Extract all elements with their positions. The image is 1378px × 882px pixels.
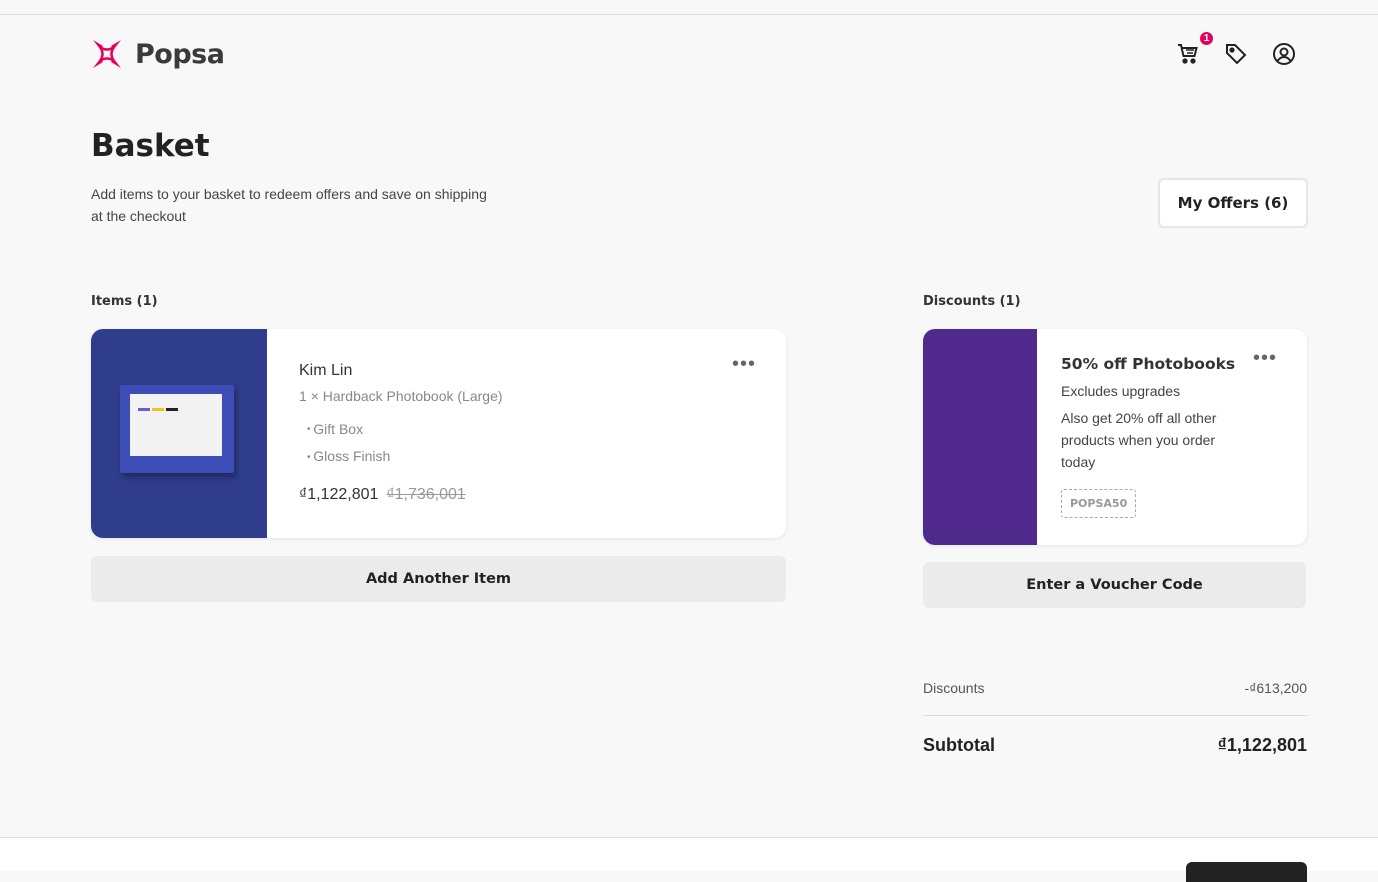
- basket-item-card: Kim Lin 1 × Hardback Photobook (Large) G…: [91, 329, 786, 538]
- item-price: ₫1,122,801: [299, 485, 379, 503]
- header-actions: 1: [1176, 30, 1296, 66]
- photobook-stripe: [138, 408, 150, 411]
- page-subtitle: Add items to your basket to redeem offer…: [91, 186, 487, 224]
- item-more-options-icon[interactable]: •••: [732, 354, 756, 374]
- item-details: Kim Lin 1 × Hardback Photobook (Large) G…: [267, 329, 786, 538]
- discounts-section-label: Discounts (1): [923, 294, 1021, 309]
- discount-description: Also get 20% off all other products when…: [1061, 410, 1217, 470]
- tag-icon: [1226, 44, 1247, 65]
- item-options: Gift Box Gloss Finish: [299, 416, 786, 471]
- summary-discounts-value: -₫613,200: [1244, 680, 1307, 696]
- discount-subtitle: Excludes upgrades: [1061, 383, 1181, 399]
- photobook-stripe: [152, 408, 164, 411]
- item-price-row: ₫1,122,801 ₫1,736,001: [299, 486, 786, 504]
- discount-more-options-icon[interactable]: •••: [1253, 348, 1277, 368]
- discount-color-panel: [923, 329, 1037, 545]
- top-divider: [0, 14, 1378, 15]
- discount-code: POPSA50: [1061, 489, 1137, 518]
- summary-divider: [923, 715, 1307, 716]
- checkout-button[interactable]: [1186, 862, 1307, 882]
- item-option: Gloss Finish: [307, 443, 786, 470]
- discount-title: 50% off Photobooks: [1061, 355, 1236, 373]
- summary-subtotal-value: ₫1,122,801: [1217, 735, 1307, 755]
- enter-voucher-code-button[interactable]: Enter a Voucher Code: [923, 562, 1306, 608]
- summary-subtotal-label: Subtotal: [923, 735, 995, 755]
- summary-subtotal-row: Subtotal ₫1,122,801: [923, 735, 1307, 756]
- discount-details: 50% off Photobooks Excludes upgrades Als…: [1037, 329, 1307, 545]
- cart-count-badge: 1: [1198, 30, 1215, 47]
- footer-bar: [0, 838, 1378, 871]
- popsa-logo[interactable]: Popsa: [91, 38, 225, 70]
- offers-tag-button[interactable]: [1224, 42, 1248, 66]
- account-button[interactable]: [1272, 42, 1296, 66]
- account-icon: [1273, 43, 1295, 65]
- item-original-price: ₫1,736,001: [386, 485, 466, 503]
- summary-discounts-row: Discounts -₫613,200: [923, 680, 1307, 696]
- add-another-item-button[interactable]: Add Another Item: [91, 556, 786, 602]
- my-offers-button[interactable]: My Offers (6): [1158, 178, 1308, 228]
- photobook-page: [130, 394, 222, 456]
- photobook-image: [120, 385, 234, 473]
- items-section-label: Items (1): [91, 294, 158, 309]
- item-product: 1 × Hardback Photobook (Large): [299, 388, 503, 404]
- page-title: Basket: [91, 128, 210, 164]
- item-name: Kim Lin: [299, 362, 353, 379]
- cart-icon: [1178, 44, 1198, 64]
- summary-discounts-label: Discounts: [923, 680, 985, 696]
- item-option: Gift Box: [307, 416, 786, 443]
- cart-button[interactable]: 1: [1176, 30, 1215, 66]
- popsa-logo-icon: [93, 40, 121, 68]
- discount-card: 50% off Photobooks Excludes upgrades Als…: [923, 329, 1307, 545]
- photobook-stripe: [166, 408, 178, 411]
- item-thumbnail[interactable]: [91, 329, 267, 538]
- brand-name: Popsa: [135, 38, 225, 70]
